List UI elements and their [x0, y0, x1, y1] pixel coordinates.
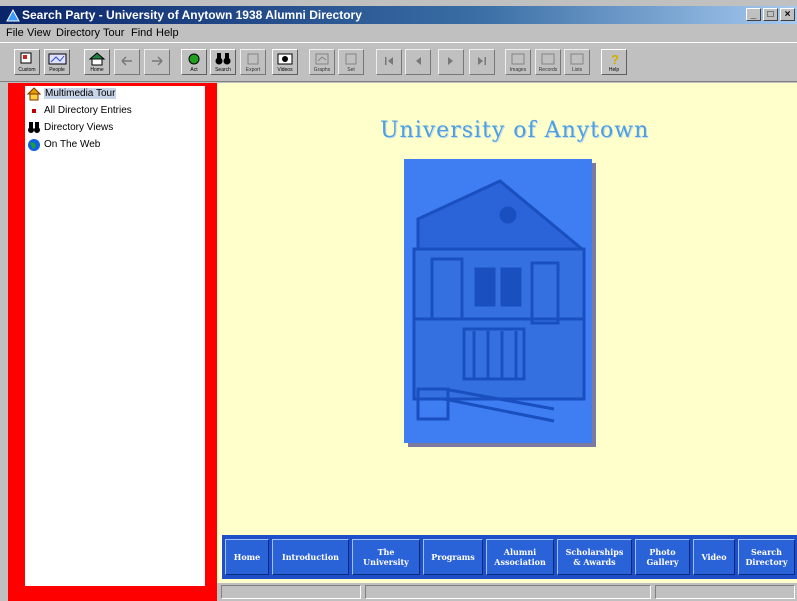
graphs-label: Graphs [313, 67, 331, 73]
help-icon: ? [611, 52, 619, 66]
images-icon [511, 53, 525, 65]
toolbar: Custom People Home Act Search Export Vid… [0, 42, 797, 82]
university-title: University of Anytown [380, 118, 650, 143]
search-label: Search [215, 67, 231, 73]
menu-help[interactable]: Help [156, 24, 179, 42]
last-record-icon [478, 57, 486, 65]
act-icon [188, 53, 200, 65]
forward-button[interactable] [144, 49, 170, 75]
set-label: Set [347, 67, 355, 73]
title-bar[interactable]: Search Party - University of Anytown 193… [0, 6, 797, 24]
search-button[interactable]: Search [210, 49, 236, 75]
nav-scholarships-awards-button[interactable]: Scholarships & Awards [557, 539, 632, 575]
nav-the-university-button[interactable]: The University [352, 539, 420, 575]
lists-icon [570, 53, 584, 65]
act-button[interactable]: Act [181, 49, 207, 75]
people-label: People [49, 67, 65, 73]
videos-button[interactable]: Videos [272, 49, 298, 75]
nav-search-directory-button[interactable]: Search Directory [738, 539, 795, 575]
people-icon [48, 53, 67, 65]
forward-arrow-icon [152, 56, 163, 66]
binoculars-icon [28, 122, 40, 133]
videos-icon [277, 53, 293, 65]
maximize-button[interactable]: □ [763, 8, 778, 21]
lists-button[interactable]: Lists [564, 49, 590, 75]
previous-record-icon [416, 57, 421, 65]
nav-video-button[interactable]: Video [693, 539, 735, 575]
first-record-button[interactable] [376, 49, 402, 75]
house-icon [27, 87, 41, 101]
status-bar [217, 583, 797, 601]
lists-label: Lists [571, 67, 583, 73]
back-button[interactable] [114, 49, 140, 75]
tree-item-directory-views[interactable]: Directory Views [27, 120, 113, 136]
videos-label: Videos [277, 67, 293, 73]
nav-alumni-association-button[interactable]: Alumni Association [486, 539, 554, 575]
home-button[interactable]: Home [84, 49, 110, 75]
menu-view[interactable]: View [27, 24, 51, 42]
home-label: Home [90, 67, 104, 73]
graphs-button[interactable]: Graphs [309, 49, 335, 75]
minimize-button[interactable]: _ [746, 8, 761, 21]
globe-icon [28, 139, 40, 151]
window-controls: _ □ × [746, 8, 795, 21]
nav-introduction-button[interactable]: Introduction [272, 539, 349, 575]
menu-find[interactable]: Find [131, 24, 152, 42]
directory-tree[interactable]: Multimedia Tour All Directory Entries Di… [25, 86, 205, 586]
back-arrow-icon [121, 56, 132, 66]
last-record-button[interactable] [469, 49, 495, 75]
tree-item-label: On The Web [44, 139, 101, 150]
nav-photo-gallery-button[interactable]: Photo Gallery [635, 539, 690, 575]
help-label: Help [608, 67, 620, 73]
status-segment [655, 585, 795, 599]
records-icon [541, 53, 555, 65]
custom-label: Custom [18, 67, 36, 73]
records-label: Records [538, 67, 558, 73]
export-icon [247, 53, 259, 65]
nav-home-button[interactable]: Home [225, 539, 269, 575]
act-label: Act [190, 67, 198, 73]
home-icon [88, 52, 106, 66]
building-illustration [412, 179, 587, 423]
images-label: Images [509, 67, 527, 73]
app-icon [6, 8, 20, 22]
export-label: Export [245, 67, 261, 73]
menu-directory[interactable]: Directory [56, 24, 100, 42]
menu-file[interactable]: File [6, 24, 24, 42]
tree-item-label: Multimedia Tour [44, 88, 117, 99]
svg-text:?: ? [611, 52, 619, 66]
tree-item-on-the-web[interactable]: On The Web [27, 137, 100, 153]
tree-item-multimedia-tour[interactable]: Multimedia Tour [27, 86, 117, 102]
records-button[interactable]: Records [535, 49, 561, 75]
status-segment [221, 585, 361, 599]
first-record-icon [385, 57, 393, 65]
search-binoculars-icon [215, 53, 231, 65]
set-button[interactable]: Set [338, 49, 364, 75]
menu-bar: File View Directory Tour Find Help [0, 24, 797, 42]
menu-tour[interactable]: Tour [103, 24, 124, 42]
window-title: Search Party - University of Anytown 193… [22, 8, 362, 22]
next-record-button[interactable] [438, 49, 464, 75]
tree-item-label: All Directory Entries [44, 105, 132, 116]
next-record-icon [448, 57, 453, 65]
university-building-image [404, 159, 592, 443]
set-icon [345, 53, 357, 65]
tree-item-all-directory-entries[interactable]: All Directory Entries [27, 103, 132, 119]
custom-button[interactable]: Custom [14, 49, 40, 75]
close-button[interactable]: × [780, 8, 795, 21]
section-nav-bar: Home Introduction The University Program… [222, 535, 797, 579]
bullet-icon [32, 109, 36, 113]
export-button[interactable]: Export [240, 49, 266, 75]
previous-record-button[interactable] [405, 49, 431, 75]
tree-item-label: Directory Views [44, 122, 114, 133]
status-segment [365, 585, 651, 599]
nav-programs-button[interactable]: Programs [423, 539, 483, 575]
graphs-icon [315, 53, 329, 65]
custom-icon [20, 52, 32, 64]
images-button[interactable]: Images [505, 49, 531, 75]
people-button[interactable]: People [44, 49, 70, 75]
app-window: Search Party - University of Anytown 193… [0, 0, 797, 601]
directory-tree-panel: Multimedia Tour All Directory Entries Di… [8, 83, 217, 601]
help-button[interactable]: ? Help [601, 49, 627, 75]
